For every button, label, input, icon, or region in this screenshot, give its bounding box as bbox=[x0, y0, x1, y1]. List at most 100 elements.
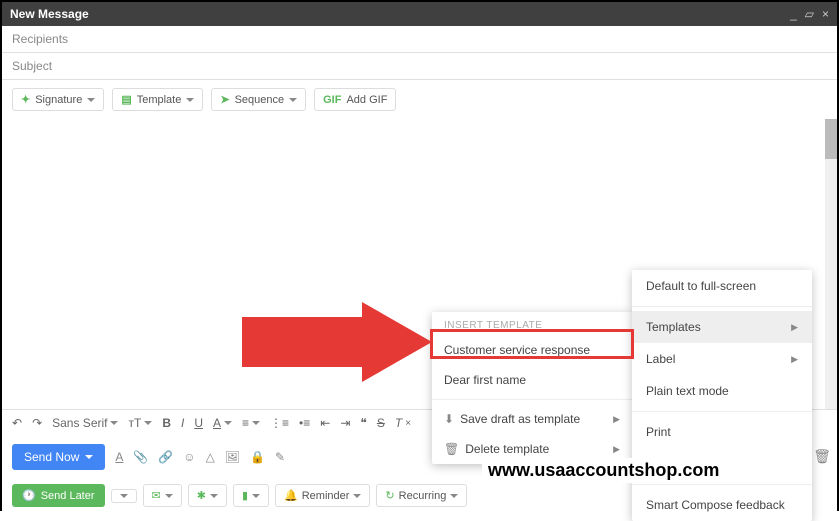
font-label: Sans Serif bbox=[52, 416, 107, 430]
template-button[interactable]: ▤ Template bbox=[112, 88, 203, 111]
window-titlebar: New Message _ ▱ × bbox=[2, 2, 837, 26]
quote-button[interactable]: ❝ bbox=[360, 416, 366, 430]
bell-icon: 🔔 bbox=[284, 489, 298, 502]
save-draft-as-template[interactable]: ⬇Save draft as template ▶ bbox=[432, 404, 632, 434]
insert-drive-icon[interactable]: △ bbox=[206, 450, 215, 464]
insert-signature-icon[interactable]: ✎ bbox=[275, 450, 285, 464]
bold-button[interactable]: B bbox=[162, 416, 171, 430]
caret-down-icon bbox=[85, 455, 93, 459]
send-attachments: A 📎 🔗 ☺ △ 🖼 🔒 ✎ bbox=[115, 450, 285, 464]
submenu-arrow-icon: ▶ bbox=[613, 444, 620, 455]
menu-separator bbox=[432, 399, 632, 400]
caret-down-icon bbox=[144, 421, 152, 425]
caret-down-icon bbox=[110, 421, 118, 425]
template-customer-service[interactable]: Customer service response bbox=[432, 335, 632, 365]
recipients-field[interactable]: Recipients bbox=[2, 26, 837, 53]
send-later-label: Send Later bbox=[41, 490, 95, 502]
recurring-button[interactable]: ↻ Recurring bbox=[376, 484, 467, 507]
italic-button[interactable]: I bbox=[181, 416, 184, 430]
maximize-icon[interactable]: ▱ bbox=[805, 7, 814, 21]
snooze-button[interactable]: ✉ bbox=[143, 484, 182, 507]
caret-down-icon bbox=[289, 98, 297, 102]
font-select[interactable]: Sans Serif bbox=[52, 416, 118, 430]
align-button[interactable]: ≡ bbox=[242, 416, 260, 430]
menu-print[interactable]: Print bbox=[632, 416, 812, 448]
caret-down-icon bbox=[165, 494, 173, 498]
annotation-red-arrow bbox=[242, 302, 442, 382]
send-later-button[interactable]: 🕐 Send Later bbox=[12, 484, 105, 507]
caret-down-icon bbox=[353, 494, 361, 498]
menu-separator bbox=[632, 411, 812, 412]
more-options-menu: Default to full-screen Templates ▶ Label… bbox=[632, 270, 812, 521]
window-controls: _ ▱ × bbox=[790, 7, 829, 21]
add-gif-button[interactable]: GIF Add GIF bbox=[314, 88, 396, 111]
caret-down-icon bbox=[450, 494, 458, 498]
caret-down-icon bbox=[252, 494, 260, 498]
scrollbar-thumb[interactable] bbox=[825, 119, 837, 159]
send-now-label: Send Now bbox=[24, 450, 79, 464]
snooze-icon: ✉ bbox=[152, 489, 161, 502]
clock-icon: 🕐 bbox=[22, 489, 36, 502]
subject-field[interactable]: Subject bbox=[2, 53, 837, 80]
download-icon: ⬇ bbox=[444, 412, 454, 426]
reminder-label: Reminder bbox=[302, 490, 350, 502]
close-icon[interactable]: × bbox=[822, 7, 829, 21]
strikethrough-button[interactable]: S bbox=[377, 416, 385, 430]
template-icon: ▤ bbox=[121, 93, 131, 106]
trash-icon: 🗑 bbox=[444, 442, 459, 456]
gif-icon: GIF bbox=[323, 94, 341, 106]
send-icon: ➤ bbox=[220, 93, 229, 106]
indent-less-button[interactable]: ⇤ bbox=[320, 416, 330, 430]
undo-button[interactable]: ↶ bbox=[12, 416, 22, 430]
note-button[interactable]: ▮ bbox=[233, 484, 269, 507]
reminder-button[interactable]: 🔔 Reminder bbox=[275, 484, 370, 507]
insert-link-icon[interactable]: 🔗 bbox=[158, 450, 173, 464]
watermark-text: www.usaaccountshop.com bbox=[482, 458, 725, 483]
numbered-list-button[interactable]: ⋮≡ bbox=[270, 416, 289, 430]
send-later-dropdown[interactable] bbox=[111, 489, 137, 503]
menu-templates[interactable]: Templates ▶ bbox=[632, 311, 812, 343]
menu-separator bbox=[632, 306, 812, 307]
add-gif-label: Add GIF bbox=[346, 94, 387, 106]
scrollbar[interactable] bbox=[825, 119, 837, 409]
submenu-arrow-icon: ▶ bbox=[791, 354, 798, 365]
send-now-button[interactable]: Send Now bbox=[12, 444, 105, 470]
template-label: Template bbox=[137, 94, 182, 106]
insert-emoji-icon[interactable]: ☺ bbox=[183, 450, 195, 464]
attach-file-icon[interactable]: 📎 bbox=[133, 450, 148, 464]
format-toggle-icon[interactable]: A bbox=[115, 450, 123, 464]
indent-more-button[interactable]: ⇥ bbox=[340, 416, 350, 430]
menu-default-fullscreen[interactable]: Default to full-screen bbox=[632, 270, 812, 302]
insert-photo-icon[interactable]: 🖼 bbox=[225, 450, 240, 464]
menu-label[interactable]: Label ▶ bbox=[632, 343, 812, 375]
confidential-icon[interactable]: 🔒 bbox=[250, 450, 265, 464]
menu-smart-compose[interactable]: Smart Compose feedback bbox=[632, 489, 812, 521]
caret-down-icon bbox=[186, 98, 194, 102]
text-color-button[interactable]: A bbox=[213, 416, 232, 430]
signature-label: Signature bbox=[35, 94, 82, 106]
recurring-icon: ↻ bbox=[385, 489, 394, 502]
recurring-label: Recurring bbox=[399, 490, 447, 502]
submenu-arrow-icon: ▶ bbox=[613, 414, 620, 425]
sequence-label: Sequence bbox=[235, 94, 285, 106]
minimize-icon[interactable]: _ bbox=[790, 7, 797, 21]
bulleted-list-button[interactable]: •≡ bbox=[299, 416, 310, 430]
sparkle-icon: ✦ bbox=[21, 93, 30, 106]
submenu-arrow-icon: ▶ bbox=[791, 322, 798, 333]
signature-button[interactable]: ✦ Signature bbox=[12, 88, 104, 111]
font-size-button[interactable]: тT bbox=[128, 416, 152, 430]
note-icon: ▮ bbox=[242, 489, 248, 502]
redo-button[interactable]: ↷ bbox=[32, 416, 42, 430]
caret-down-icon bbox=[252, 421, 260, 425]
templates-submenu: INSERT TEMPLATE Customer service respons… bbox=[432, 312, 632, 464]
discard-draft-icon[interactable]: 🗑 bbox=[813, 448, 831, 465]
eye-icon: ✱ bbox=[197, 489, 206, 502]
template-dear-first-name[interactable]: Dear first name bbox=[432, 365, 632, 395]
clear-format-button[interactable]: T× bbox=[395, 416, 411, 430]
menu-plain-text[interactable]: Plain text mode bbox=[632, 375, 812, 407]
caret-down-icon bbox=[87, 98, 95, 102]
tracking-button[interactable]: ✱ bbox=[188, 484, 227, 507]
underline-button[interactable]: U bbox=[194, 416, 203, 430]
sequence-button[interactable]: ➤ Sequence bbox=[211, 88, 306, 111]
menu-separator bbox=[632, 484, 812, 485]
